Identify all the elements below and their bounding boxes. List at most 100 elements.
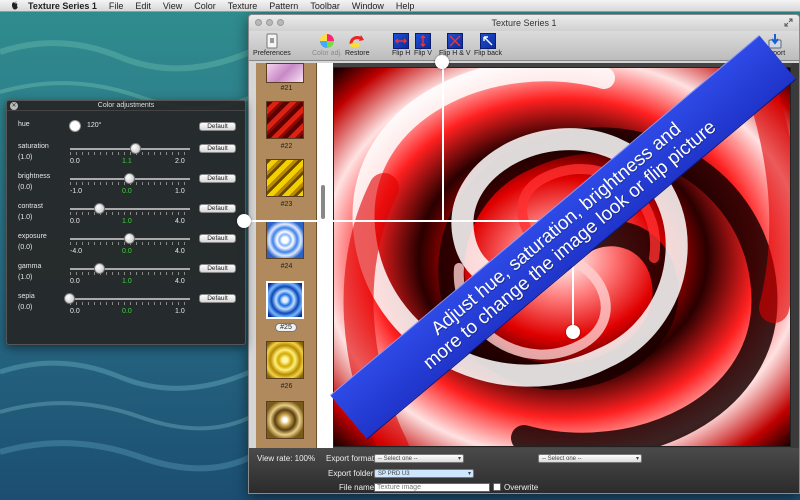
exposure-slider-knob[interactable] bbox=[124, 233, 135, 244]
color-adj-button[interactable]: Color adj. bbox=[312, 33, 342, 57]
sepia-current: 0.0 bbox=[122, 308, 132, 315]
color-panel-title: Color adjustments bbox=[97, 102, 155, 109]
sepia-label: sepia bbox=[18, 293, 35, 300]
menu-toolbar[interactable]: Toolbar bbox=[310, 1, 340, 11]
contrast-slider-knob[interactable] bbox=[94, 203, 105, 214]
saturation-slider-knob[interactable] bbox=[130, 143, 141, 154]
default-button-label: Default bbox=[207, 295, 228, 302]
contrast-default-button[interactable]: Default bbox=[199, 204, 236, 213]
thumbnail-21[interactable] bbox=[266, 63, 304, 83]
sepia-slider-track[interactable] bbox=[70, 298, 190, 300]
hue-color-well[interactable] bbox=[69, 120, 81, 132]
default-button-label: Default bbox=[207, 205, 228, 212]
menu-pattern[interactable]: Pattern bbox=[269, 1, 298, 11]
thumbnail-27[interactable] bbox=[266, 401, 304, 439]
thumbnail-23[interactable] bbox=[266, 159, 304, 197]
strip-scrollbar-track[interactable] bbox=[317, 63, 333, 449]
flip-back-label: Flip back bbox=[474, 50, 503, 57]
flip-back-button[interactable]: Flip back bbox=[474, 33, 502, 57]
gamma-row: gamma (1.0) 0.0 1.0 4.0 Default bbox=[7, 263, 247, 293]
gamma-min: 0.0 bbox=[70, 278, 80, 285]
thumbnail-label: #23 bbox=[280, 201, 293, 208]
flip-h-label: Flip H bbox=[392, 50, 411, 57]
window-titlebar: Texture Series 1 bbox=[249, 15, 799, 31]
zoom-window-button[interactable] bbox=[277, 19, 284, 26]
gamma-current: 1.0 bbox=[122, 278, 132, 285]
sepia-slider-knob[interactable] bbox=[64, 293, 75, 304]
menu-view[interactable]: View bbox=[163, 1, 182, 11]
exposure-label: exposure bbox=[18, 233, 47, 240]
flip-back-icon bbox=[480, 33, 496, 49]
gamma-max: 4.0 bbox=[175, 278, 185, 285]
sepia-default-button[interactable]: Default bbox=[199, 294, 236, 303]
menu-help[interactable]: Help bbox=[396, 1, 415, 11]
preferences-button[interactable]: Preferences bbox=[253, 33, 291, 57]
export-folder-select[interactable]: SP PRD U3 ▾ bbox=[374, 469, 474, 478]
minimize-window-button[interactable] bbox=[266, 19, 273, 26]
brightness-default-button[interactable]: Default bbox=[199, 174, 236, 183]
default-button-label: Default bbox=[207, 265, 228, 272]
view-rate-label: View rate: 100% bbox=[257, 454, 316, 463]
menu-color[interactable]: Color bbox=[194, 1, 216, 11]
exposure-default-button[interactable]: Default bbox=[199, 234, 236, 243]
saturation-current: 1.1 bbox=[122, 158, 132, 165]
hue-value: 120° bbox=[87, 122, 102, 129]
thumbnail-label: #26 bbox=[280, 383, 293, 390]
gamma-default-button[interactable]: Default bbox=[199, 264, 236, 273]
gamma-slider-track[interactable] bbox=[70, 268, 190, 270]
contrast-slider-track[interactable] bbox=[70, 208, 190, 210]
flip-v-icon bbox=[415, 33, 431, 49]
sepia-slider-ticks bbox=[70, 302, 190, 305]
apple-icon[interactable] bbox=[10, 1, 20, 11]
hue-default-button[interactable]: Default bbox=[199, 122, 236, 131]
export-panel: View rate: 100% Export format: -- Select… bbox=[249, 448, 799, 493]
fullscreen-icon[interactable] bbox=[784, 18, 793, 27]
export-format-select[interactable]: -- Select one -- ▾ bbox=[374, 454, 464, 463]
thumbnail-26[interactable] bbox=[266, 341, 304, 379]
menu-file[interactable]: File bbox=[109, 1, 124, 11]
sepia-min: 0.0 bbox=[70, 308, 80, 315]
thumbnail-25-selected[interactable] bbox=[266, 281, 304, 319]
thumbnail-strip[interactable]: #21 #22 #23 #24 #25 #26 bbox=[256, 63, 317, 449]
menu-texture[interactable]: Texture bbox=[228, 1, 258, 11]
default-button-label: Default bbox=[207, 123, 228, 130]
brightness-slider-knob[interactable] bbox=[124, 173, 135, 184]
color-panel-titlebar: ✕ Color adjustments bbox=[7, 101, 245, 111]
contrast-label: contrast bbox=[18, 203, 43, 210]
flip-v-button[interactable]: Flip V bbox=[414, 33, 432, 57]
exposure-default-value: (0.0) bbox=[18, 244, 33, 251]
close-window-button[interactable] bbox=[255, 19, 262, 26]
brightness-default-value: (0.0) bbox=[18, 184, 33, 191]
preferences-label: Preferences bbox=[253, 50, 291, 57]
thumbnail-label-selected: #25 bbox=[275, 323, 297, 332]
restore-button[interactable]: Restore bbox=[345, 33, 370, 57]
canvas-scrollbar[interactable] bbox=[791, 63, 799, 449]
saturation-default-value: (1.0) bbox=[18, 154, 33, 161]
exposure-max: 4.0 bbox=[175, 248, 185, 255]
contrast-max: 4.0 bbox=[175, 218, 185, 225]
flip-hv-icon bbox=[446, 33, 463, 49]
flip-hv-button[interactable]: Flip H & V bbox=[439, 33, 471, 57]
flip-h-icon bbox=[393, 33, 410, 49]
close-icon[interactable]: ✕ bbox=[10, 102, 18, 110]
window-controls bbox=[255, 19, 284, 26]
second-format-value: -- Select one -- bbox=[542, 456, 582, 462]
sepia-default-value: (0.0) bbox=[18, 304, 33, 311]
second-format-select[interactable]: -- Select one -- ▾ bbox=[538, 454, 642, 463]
flip-h-button[interactable]: Flip H bbox=[392, 33, 410, 57]
menu-window[interactable]: Window bbox=[352, 1, 384, 11]
thumbnail-22[interactable] bbox=[266, 101, 304, 139]
file-name-input[interactable]: Texture image bbox=[374, 483, 490, 492]
overwrite-label: Overwrite bbox=[504, 483, 539, 492]
menu-app-name[interactable]: Texture Series 1 bbox=[28, 1, 97, 11]
gamma-slider-knob[interactable] bbox=[94, 263, 105, 274]
contrast-min: 0.0 bbox=[70, 218, 80, 225]
menu-edit[interactable]: Edit bbox=[135, 1, 151, 11]
preferences-icon bbox=[263, 33, 281, 49]
overwrite-checkbox[interactable] bbox=[493, 483, 501, 491]
saturation-default-button[interactable]: Default bbox=[199, 144, 236, 153]
thumbnail-24[interactable] bbox=[266, 221, 304, 259]
strip-scrollbar-thumb[interactable] bbox=[321, 185, 325, 219]
brightness-min: -1.0 bbox=[70, 188, 83, 195]
contrast-default-value: (1.0) bbox=[18, 214, 33, 221]
